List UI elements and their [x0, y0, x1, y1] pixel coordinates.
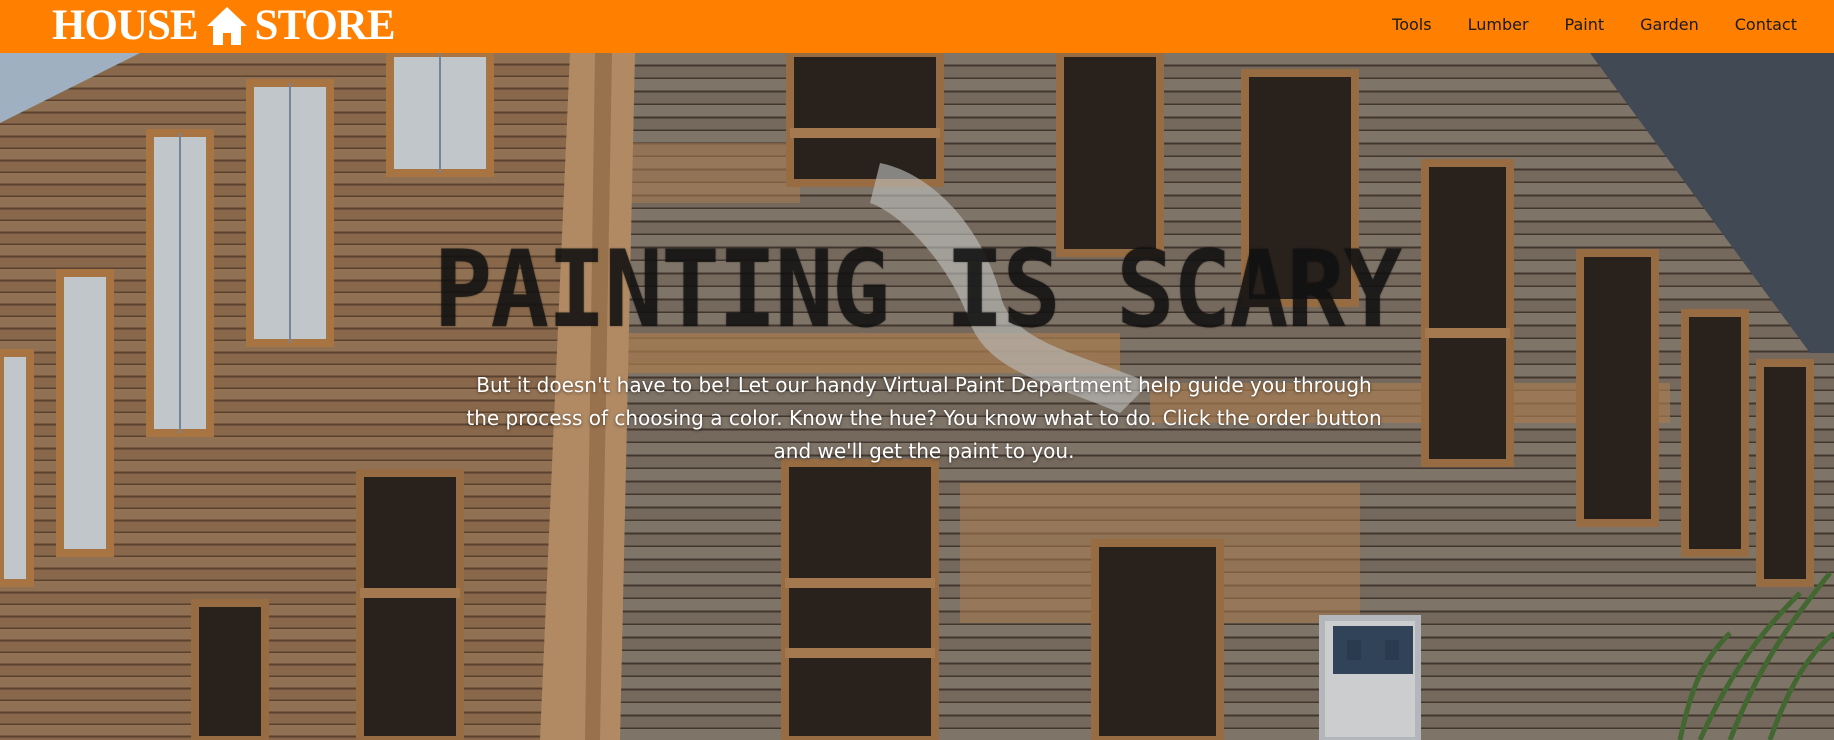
page: HOUSE STORE Tools Lumber Paint Garden Co…: [0, 0, 1834, 740]
nav-link-paint[interactable]: Paint: [1565, 15, 1605, 34]
brand-word-store: STORE: [254, 2, 396, 49]
main-nav: Tools Lumber Paint Garden Contact: [1356, 0, 1797, 48]
nav-link-garden[interactable]: Garden: [1640, 15, 1699, 34]
brand-word-house: HOUSE: [52, 2, 199, 49]
nav-link-lumber[interactable]: Lumber: [1468, 15, 1529, 34]
brand-logo[interactable]: HOUSE STORE: [52, 2, 396, 50]
hero-description: But it doesn't have to be! Let our handy…: [466, 373, 1382, 463]
hero-title: PAINTING IS SCARY: [433, 228, 1403, 351]
house-icon: [206, 7, 247, 45]
site-header: HOUSE STORE Tools Lumber Paint Garden Co…: [0, 0, 1834, 53]
hero-section: PAINTING IS SCARY But it doesn't have to…: [0, 53, 1834, 740]
nav-link-contact[interactable]: Contact: [1735, 15, 1797, 34]
nav-link-tools[interactable]: Tools: [1392, 15, 1431, 34]
